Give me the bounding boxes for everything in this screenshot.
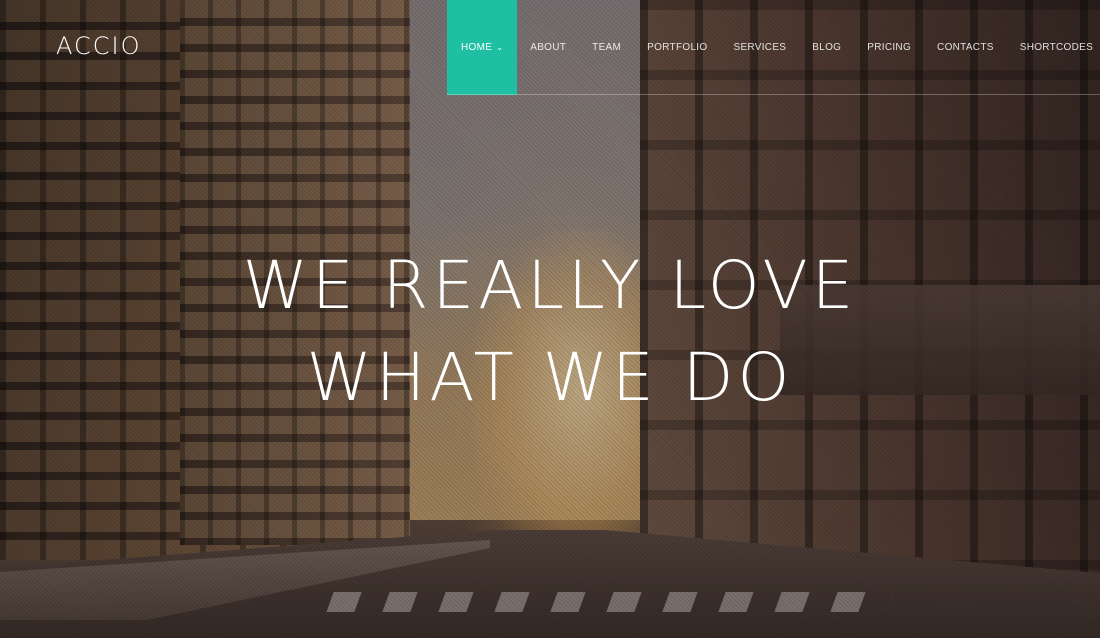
site-logo[interactable]: ACCIO [56, 32, 141, 60]
nav-item-shortcodes[interactable]: SHORTCODES [1007, 0, 1100, 95]
nav-item-about[interactable]: ABOUT [517, 0, 579, 95]
nav-item-team[interactable]: TEAM [579, 0, 634, 95]
nav-divider [447, 94, 1100, 95]
chevron-down-icon: ⌄ [496, 43, 504, 52]
main-navigation: HOME ⌄ ABOUT TEAM PORTFOLIO SERVICES BLO… [447, 0, 1100, 95]
nav-item-portfolio[interactable]: PORTFOLIO [634, 0, 720, 95]
nav-item-label: BLOG [812, 42, 842, 53]
nav-item-label: SHORTCODES [1019, 42, 1094, 53]
nav-item-label: CONTACTS [937, 42, 994, 53]
nav-item-blog[interactable]: BLOG [799, 0, 854, 95]
nav-item-label: ABOUT [530, 42, 567, 53]
nav-item-label: TEAM [592, 42, 622, 53]
nav-item-label: HOME [461, 42, 493, 53]
hero-line-1: WE REALLY LOVE [242, 247, 858, 324]
nav-item-contacts[interactable]: CONTACTS [924, 0, 1007, 95]
nav-item-home[interactable]: HOME ⌄ [447, 0, 518, 95]
hero-line-2: WHAT WE DO [306, 339, 794, 416]
nav-item-label: PORTFOLIO [647, 42, 708, 53]
hero-headline: WE REALLY LOVE WHAT WE DO [0, 240, 1100, 424]
nav-item-services[interactable]: SERVICES [720, 0, 799, 95]
nav-item-label: PRICING [867, 42, 912, 53]
nav-item-pricing[interactable]: PRICING [854, 0, 924, 95]
nav-item-label: SERVICES [733, 42, 787, 53]
